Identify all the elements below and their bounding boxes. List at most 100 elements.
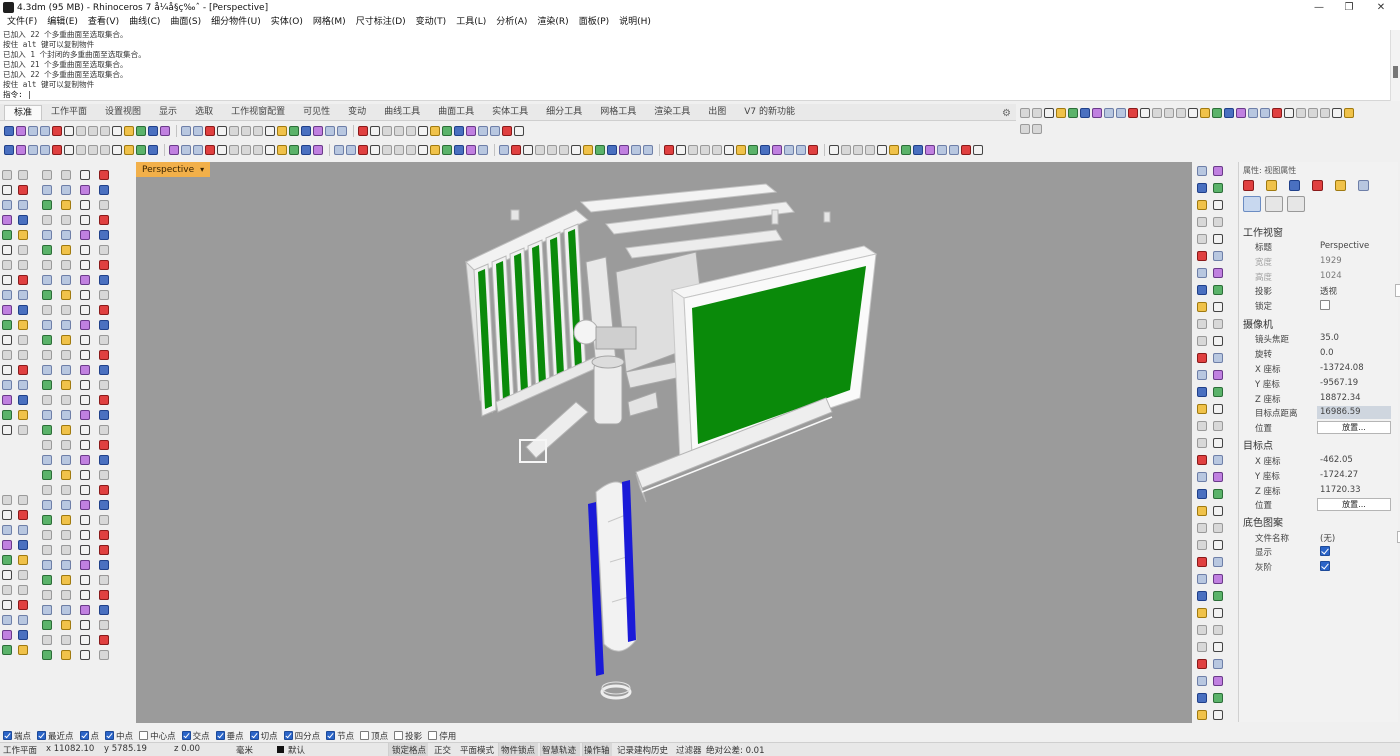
osnap-checkbox[interactable] xyxy=(139,731,149,740)
curve-tool-icon[interactable] xyxy=(2,245,12,255)
surface-tool-icon[interactable] xyxy=(42,350,52,360)
standard-tool-icon[interactable] xyxy=(583,145,593,155)
surface-tool-icon[interactable] xyxy=(42,275,52,285)
camera-icon[interactable] xyxy=(1243,196,1261,212)
tab-new-in-v7[interactable]: V7 的新功能 xyxy=(735,105,804,120)
curve-tool-icon[interactable] xyxy=(2,305,12,315)
standard-tool-icon[interactable] xyxy=(853,145,863,155)
tab-render-tools[interactable]: 渲染工具 xyxy=(645,105,699,120)
transform-tool-icon[interactable] xyxy=(1213,642,1223,652)
standard-tool-icon[interactable] xyxy=(265,145,275,155)
surface-tool-icon[interactable] xyxy=(61,650,71,660)
transform-tool-icon[interactable] xyxy=(1197,574,1207,584)
standard-tool-icon[interactable] xyxy=(253,126,263,136)
surface-tool-icon[interactable] xyxy=(80,365,90,375)
surface-tool-icon[interactable] xyxy=(99,650,109,660)
surface-tool-icon[interactable] xyxy=(99,515,109,525)
menu-view[interactable]: 查看(V) xyxy=(83,15,124,30)
right-row-tool-icon[interactable] xyxy=(1200,108,1210,118)
standard-tool-icon[interactable] xyxy=(160,126,170,136)
transform-tool-icon[interactable] xyxy=(1197,302,1207,312)
standard-tool-icon[interactable] xyxy=(88,126,98,136)
menu-file[interactable]: 文件(F) xyxy=(2,15,42,30)
standard-tool-icon[interactable] xyxy=(241,145,251,155)
curve-tool-icon[interactable] xyxy=(2,170,12,180)
surface-tool-icon[interactable] xyxy=(42,170,52,180)
target-x-field[interactable]: -462.05 xyxy=(1320,455,1353,465)
transform-tool-icon[interactable] xyxy=(1213,591,1223,601)
command-prompt-input[interactable]: 指令: | xyxy=(3,90,1390,100)
solid-tool-icon[interactable] xyxy=(80,560,90,570)
solid-tool-icon[interactable] xyxy=(99,545,109,555)
curve-tool-icon[interactable] xyxy=(18,410,28,420)
lens-length-field[interactable]: 35.0 xyxy=(1320,333,1339,343)
osnap-item[interactable]: 最近点 xyxy=(37,730,74,742)
transform-tool-icon[interactable] xyxy=(1213,421,1223,431)
viewport-title-tab[interactable]: Perspective ▾ xyxy=(136,162,211,177)
right-row-tool-icon[interactable] xyxy=(1248,108,1258,118)
curve-tool-icon[interactable] xyxy=(2,615,12,625)
standard-tool-icon[interactable] xyxy=(664,145,674,155)
curve-tool-icon[interactable] xyxy=(18,495,28,505)
standard-tool-icon[interactable] xyxy=(265,126,275,136)
transform-tool-icon[interactable] xyxy=(1213,217,1223,227)
curve-tool-icon[interactable] xyxy=(18,320,28,330)
standard-tool-icon[interactable] xyxy=(229,145,239,155)
transform-tool-icon[interactable] xyxy=(1213,353,1223,363)
solid-tool-icon[interactable] xyxy=(42,575,52,585)
surface-tool-icon[interactable] xyxy=(42,530,52,540)
camera-y-field[interactable]: -9567.19 xyxy=(1320,378,1358,388)
right-row-tool-icon[interactable] xyxy=(1332,108,1342,118)
tab-cplanes[interactable]: 工作平面 xyxy=(42,105,96,120)
standard-tool-icon[interactable] xyxy=(124,145,134,155)
right-row-tool-icon[interactable] xyxy=(1296,108,1306,118)
standard-tool-icon[interactable] xyxy=(913,145,923,155)
standard-tool-icon[interactable] xyxy=(100,126,110,136)
osnap-item[interactable]: 四分点 xyxy=(283,730,320,742)
osnap-item[interactable]: 中点 xyxy=(105,730,133,742)
standard-tool-icon[interactable] xyxy=(181,126,191,136)
tab-curve-tools[interactable]: 曲线工具 xyxy=(375,105,429,120)
standard-tool-icon[interactable] xyxy=(301,145,311,155)
tab-surface-tools[interactable]: 曲面工具 xyxy=(429,105,483,120)
curve-tool-icon[interactable] xyxy=(18,275,28,285)
surface-tool-icon[interactable] xyxy=(99,170,109,180)
surface-tool-icon[interactable] xyxy=(80,335,90,345)
curve-tool-icon[interactable] xyxy=(18,365,28,375)
curve-tool-icon[interactable] xyxy=(18,615,28,625)
standard-tool-icon[interactable] xyxy=(607,145,617,155)
solid-tool-icon[interactable] xyxy=(99,560,109,570)
surface-tool-icon[interactable] xyxy=(61,320,71,330)
surface-tool-icon[interactable] xyxy=(99,500,109,510)
standard-tool-icon[interactable] xyxy=(253,145,263,155)
curve-tool-icon[interactable] xyxy=(2,510,12,520)
surface-tool-icon[interactable] xyxy=(61,245,71,255)
close-button[interactable]: ✕ xyxy=(1366,0,1396,15)
standard-tool-icon[interactable] xyxy=(346,145,356,155)
curve-tool-icon[interactable] xyxy=(2,215,12,225)
standard-tool-icon[interactable] xyxy=(535,145,545,155)
camera-x-field[interactable]: -13724.08 xyxy=(1320,363,1364,373)
standard-tool-icon[interactable] xyxy=(676,145,686,155)
osnap-checkbox[interactable] xyxy=(215,731,225,740)
transform-tool-icon[interactable] xyxy=(1213,200,1223,210)
curve-tool-icon[interactable] xyxy=(18,525,28,535)
standard-tool-icon[interactable] xyxy=(631,145,641,155)
material-icon[interactable] xyxy=(1289,180,1300,191)
standard-tool-icon[interactable] xyxy=(337,126,347,136)
curve-tool-icon[interactable] xyxy=(2,380,12,390)
surface-tool-icon[interactable] xyxy=(80,425,90,435)
standard-tool-icon[interactable] xyxy=(112,126,122,136)
transform-tool-icon[interactable] xyxy=(1197,353,1207,363)
curve-tool-icon[interactable] xyxy=(18,395,28,405)
surface-tool-icon[interactable] xyxy=(61,530,71,540)
curve-tool-icon[interactable] xyxy=(18,630,28,640)
standard-tool-icon[interactable] xyxy=(193,145,203,155)
transform-tool-icon[interactable] xyxy=(1213,404,1223,414)
standard-tool-icon[interactable] xyxy=(193,126,203,136)
curve-tool-icon[interactable] xyxy=(2,200,12,210)
solid-tool-icon[interactable] xyxy=(61,545,71,555)
standard-tool-icon[interactable] xyxy=(808,145,818,155)
surface-tool-icon[interactable] xyxy=(61,275,71,285)
osnap-checkbox[interactable] xyxy=(79,731,89,740)
